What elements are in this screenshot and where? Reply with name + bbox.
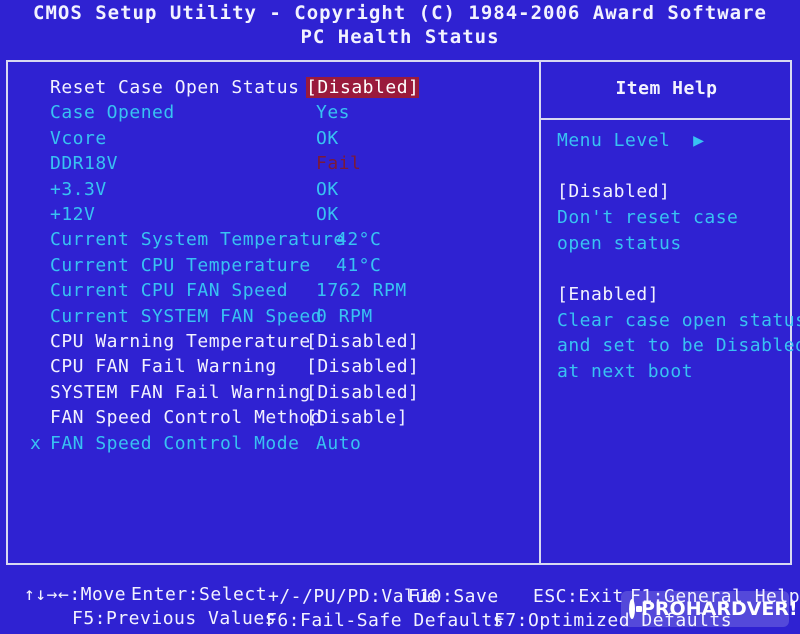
setting-value: Auto bbox=[316, 433, 362, 454]
watermark-badge: PROHARDVER! bbox=[621, 591, 798, 627]
help-option-enabled-line: and set to be Disabled bbox=[557, 335, 800, 356]
help-option-enabled-line: at next boot bbox=[557, 361, 694, 382]
panel-divider bbox=[539, 60, 541, 565]
setting-value: Yes bbox=[316, 102, 351, 123]
setting-value: 1762 RPM bbox=[316, 280, 407, 301]
setting-value[interactable]: [Disable] bbox=[306, 407, 408, 428]
key-hint-fail-safe-defaults: F6:Fail-Safe Defaults bbox=[266, 610, 505, 631]
setting-value: 0 RPM bbox=[316, 306, 373, 327]
setting-label: CPU Warning Temperature bbox=[50, 331, 311, 352]
help-option-disabled-line: open status bbox=[557, 233, 682, 254]
menu-level-label: Menu Level ▶ bbox=[557, 130, 705, 151]
setting-value: OK bbox=[316, 128, 339, 149]
setting-label: Current CPU FAN Speed bbox=[50, 280, 289, 301]
key-hint-previous-values: F5:Previous Values bbox=[72, 608, 277, 629]
key-hint-save: F10:Save bbox=[408, 586, 499, 607]
key-hint-move: ↑↓→←:Move bbox=[24, 584, 127, 605]
setting-value[interactable]: [Disabled] bbox=[306, 331, 419, 352]
setting-value: OK bbox=[316, 179, 339, 200]
setting-label: FAN Speed Control Method bbox=[50, 407, 323, 428]
key-hint-select: Enter:Select bbox=[131, 584, 268, 605]
item-help-title: Item Help bbox=[615, 78, 718, 99]
setting-value[interactable]: [Disabled] bbox=[306, 356, 419, 377]
setting-value: 41°C bbox=[336, 255, 382, 276]
setting-value: Fail bbox=[316, 153, 362, 174]
help-option-disabled-line: Don't reset case bbox=[557, 207, 739, 228]
setting-value: OK bbox=[316, 204, 339, 225]
setting-label: Case Opened bbox=[50, 102, 175, 123]
help-title-separator bbox=[541, 118, 792, 120]
right-triangle-icon: ▶ bbox=[693, 130, 705, 151]
setting-label: Reset Case Open Status bbox=[50, 77, 300, 98]
page-title: PC Health Status bbox=[300, 26, 500, 48]
setting-value[interactable]: [Disabled] bbox=[306, 382, 419, 403]
setting-value: 42°C bbox=[336, 229, 382, 250]
setting-label: SYSTEM FAN Fail Warning bbox=[50, 382, 311, 403]
key-hint-exit: ESC:Exit bbox=[533, 586, 624, 607]
setting-label: +12V bbox=[50, 204, 96, 225]
setting-label: FAN Speed Control Mode bbox=[50, 433, 300, 454]
watermark-text: PROHARDVER! bbox=[641, 598, 798, 620]
setting-value[interactable]: [Disabled] bbox=[306, 77, 420, 98]
setting-label: Current SYSTEM FAN Speed bbox=[50, 306, 323, 327]
setting-label: CPU FAN Fail Warning bbox=[50, 356, 277, 377]
setting-label: Current CPU Temperature bbox=[50, 255, 311, 276]
setting-label: Vcore bbox=[50, 128, 107, 149]
setting-label: +3.3V bbox=[50, 179, 107, 200]
disabled-marker: x bbox=[30, 433, 42, 454]
window-title: CMOS Setup Utility - Copyright (C) 1984-… bbox=[33, 2, 767, 24]
help-option-enabled-title: [Enabled] bbox=[557, 284, 660, 305]
prohardver-logo-icon bbox=[629, 599, 642, 619]
setting-label: Current System Temperature bbox=[50, 229, 345, 250]
setting-label: DDR18V bbox=[50, 153, 119, 174]
help-option-disabled-title: [Disabled] bbox=[557, 181, 671, 202]
help-option-enabled-line: Clear case open status bbox=[557, 310, 800, 331]
